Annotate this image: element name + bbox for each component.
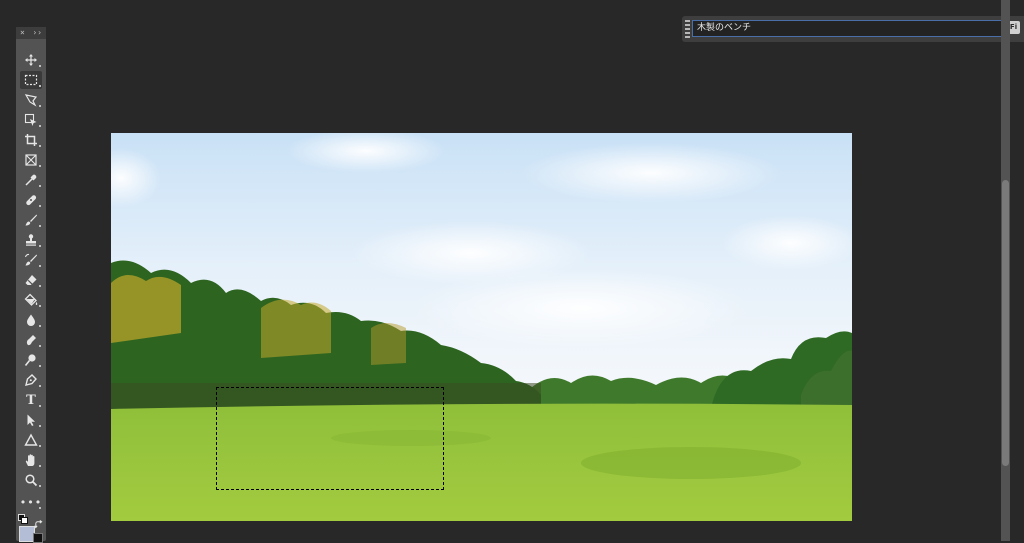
paint-bucket-tool[interactable] <box>20 291 42 309</box>
collapse-panel-icon[interactable]: ›› <box>32 27 42 39</box>
pen-tool[interactable] <box>20 371 42 389</box>
type-icon: T <box>26 392 36 408</box>
hand-icon <box>25 454 35 466</box>
clone-stamp-tool[interactable] <box>20 231 42 249</box>
object-select-icon <box>24 113 37 126</box>
frame-icon <box>25 154 37 166</box>
default-colors-icon[interactable] <box>18 514 28 524</box>
arrow-icon <box>27 414 35 426</box>
dodge-tool[interactable] <box>20 351 42 369</box>
marquee-selection[interactable] <box>216 387 444 490</box>
scrollbar-thumb[interactable] <box>1002 180 1009 466</box>
pen-icon <box>25 374 37 386</box>
eyedropper-tool[interactable] <box>20 171 42 189</box>
tools-panel-header: × ›› <box>16 27 46 39</box>
move-tool[interactable] <box>20 51 42 69</box>
brush-tool[interactable] <box>20 211 42 229</box>
path-selection-tool[interactable] <box>20 411 42 429</box>
blur-tool[interactable] <box>20 311 42 329</box>
history-brush-icon <box>24 253 37 266</box>
crop-tool[interactable] <box>20 131 42 149</box>
zoom-tool[interactable] <box>20 471 42 489</box>
crop-icon <box>25 134 37 146</box>
hand-tool[interactable] <box>20 451 42 469</box>
magnifier-icon <box>25 474 38 487</box>
more-icon: ••• <box>19 495 43 509</box>
close-panel-icon[interactable]: × <box>20 27 25 39</box>
frame-tool[interactable] <box>20 151 42 169</box>
eyedropper-icon <box>25 174 37 186</box>
lasso-tool[interactable] <box>20 91 42 109</box>
move-icon <box>25 54 37 66</box>
drop-icon <box>27 314 35 326</box>
object-selection-tool[interactable] <box>20 111 42 129</box>
healing-brush-tool[interactable] <box>20 191 42 209</box>
marquee-icon <box>24 74 38 86</box>
smudge-tool[interactable] <box>20 331 42 349</box>
swap-colors-icon[interactable] <box>34 514 43 529</box>
bucket-icon <box>24 293 38 306</box>
eraser-icon <box>25 275 37 286</box>
tools-panel: × ›› T ••• <box>16 27 46 543</box>
edit-toolbar[interactable]: ••• <box>20 493 42 511</box>
background-color-swatch[interactable] <box>33 533 43 543</box>
vertical-scrollbar[interactable] <box>1001 0 1010 541</box>
stamp-icon <box>26 234 36 246</box>
dodge-icon <box>24 354 36 366</box>
brush-icon <box>25 214 37 226</box>
triangle-icon <box>24 433 38 446</box>
eraser-tool[interactable] <box>20 271 42 289</box>
history-brush-tool[interactable] <box>20 251 42 269</box>
smudge-icon <box>26 335 36 346</box>
rectangular-marquee-tool[interactable] <box>20 71 42 89</box>
drag-grip-icon[interactable] <box>685 20 690 38</box>
search-input[interactable] <box>692 20 1002 37</box>
type-tool[interactable]: T <box>20 391 42 409</box>
shape-tool[interactable] <box>20 431 42 449</box>
bandage-icon <box>26 195 37 206</box>
lasso-icon <box>24 94 38 107</box>
